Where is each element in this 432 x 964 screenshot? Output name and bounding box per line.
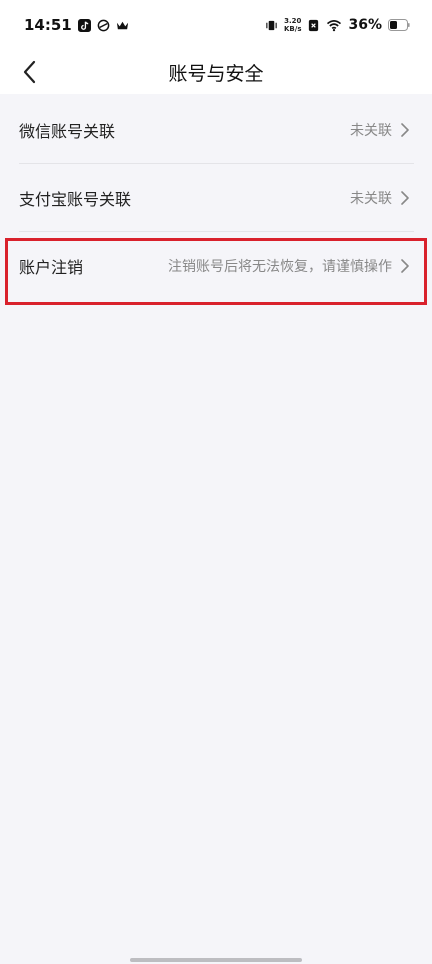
sim-off-icon (309, 19, 319, 31)
home-indicator[interactable] (130, 958, 302, 962)
tiktok-icon (77, 18, 91, 32)
row-label: 微信账号关联 (19, 122, 116, 141)
chevron-right-icon (401, 191, 409, 205)
back-button[interactable] (14, 56, 46, 88)
status-time: 14:51 (24, 16, 72, 34)
status-bar: 14:51 3.20 KB/s 36% (0, 0, 432, 50)
alipay-link-row[interactable]: 支付宝账号关联 未关联 (0, 164, 432, 232)
vibrate-icon (266, 20, 277, 30)
row-right: 未关联 (350, 120, 410, 140)
header: 账号与安全 (0, 50, 432, 94)
row-label: 账户注销 (19, 258, 84, 277)
row-right: 注销账号后将无法恢复，请谨慎操作 (168, 256, 410, 276)
row-value: 未关联 (350, 191, 392, 207)
battery-percent: 36% (348, 17, 382, 33)
app-ring-icon (97, 19, 110, 31)
battery-icon (388, 19, 410, 31)
page-title: 账号与安全 (168, 62, 264, 85)
row-right: 未关联 (350, 188, 410, 208)
wifi-icon (327, 19, 342, 31)
chevron-right-icon (401, 259, 409, 273)
row-label: 支付宝账号关联 (19, 190, 132, 209)
chevron-right-icon (401, 123, 409, 137)
account-cancel-row[interactable]: 账户注销 注销账号后将无法恢复，请谨慎操作 (0, 232, 432, 300)
status-right: 3.20 KB/s 36% (265, 17, 410, 33)
crown-icon (116, 21, 128, 29)
status-left: 14:51 (24, 16, 129, 34)
chevron-left-icon (23, 60, 36, 84)
settings-list: 微信账号关联 未关联 支付宝账号关联 未关联 账户注销 注销账号后将无法恢复，请… (0, 96, 432, 300)
wechat-link-row[interactable]: 微信账号关联 未关联 (0, 96, 432, 164)
row-value: 未关联 (350, 123, 392, 139)
net-speed-value: 3.20 (284, 17, 302, 25)
net-speed: 3.20 KB/s (284, 17, 301, 33)
net-speed-unit: KB/s (284, 25, 302, 33)
row-value: 注销账号后将无法恢复，请谨慎操作 (168, 259, 392, 275)
